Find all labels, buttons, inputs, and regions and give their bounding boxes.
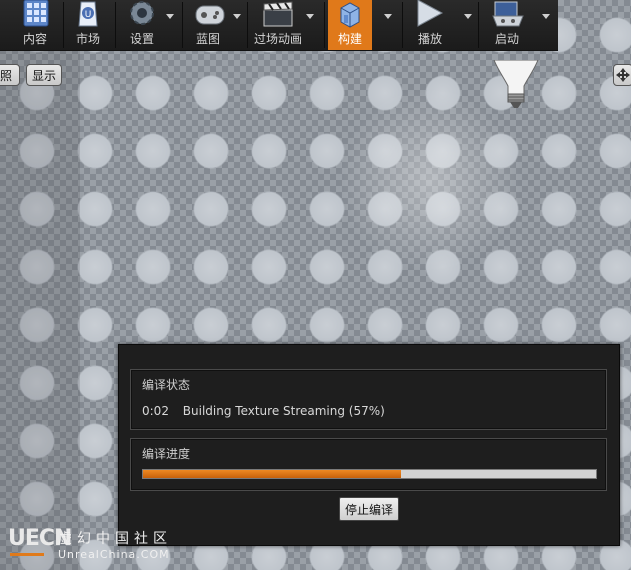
compile-status-text: Building Texture Streaming (57%) [182, 404, 385, 418]
watermark-chinese-text: 虚幻中国社区 [58, 531, 172, 547]
launch-icon [492, 1, 524, 27]
settings-dropdown-arrow[interactable] [166, 14, 174, 19]
cinematics-button[interactable]: 过场动画 [250, 0, 322, 50]
point-light-icon[interactable] [492, 60, 540, 116]
compile-status-line: 0:02 Building Texture Streaming (57%) [142, 404, 385, 418]
blueprint-icon [195, 5, 225, 25]
content-button[interactable]: 内容 [9, 0, 61, 50]
compile-progress-bar [142, 469, 597, 479]
move-arrows-icon [616, 68, 630, 82]
content-browser-icon [23, 0, 49, 27]
settings-button[interactable]: 设置 [118, 0, 180, 50]
play-dropdown-arrow[interactable] [464, 14, 472, 19]
content-button-label: 内容 [22, 32, 47, 46]
cinematics-dropdown-arrow[interactable] [306, 14, 314, 19]
compile-status-group: 编译状态 0:02 Building Texture Streaming (57… [130, 369, 607, 430]
launch-dropdown-arrow[interactable] [542, 14, 550, 19]
launch-button-label: 启动 [494, 32, 519, 46]
marketplace-icon: U [78, 1, 98, 27]
cinematics-icon [263, 1, 293, 27]
main-toolbar: 内容 U 市场 设置 蓝图 过场动画 构建 播放 启动 [0, 0, 558, 51]
build-button[interactable]: 构建 [328, 0, 372, 50]
compile-progress-title: 编译进度 [142, 447, 191, 461]
cinematics-button-label: 过场动画 [253, 32, 302, 46]
settings-icon [130, 1, 154, 25]
build-button-label: 构建 [337, 32, 362, 46]
compile-status-title: 编译状态 [142, 378, 191, 392]
svg-text:U: U [85, 10, 92, 20]
lit-mode-button[interactable]: 照 [0, 64, 20, 86]
compile-dialog: 编译状态 0:02 Building Texture Streaming (57… [118, 344, 620, 546]
build-dropdown-arrow[interactable] [384, 14, 392, 19]
play-icon [417, 0, 444, 27]
maximize-viewport-button[interactable] [613, 64, 631, 86]
show-button[interactable]: 显示 [26, 64, 62, 86]
watermark-site-text: UnrealChina.COM [58, 548, 170, 561]
compile-progress-group: 编译进度 [130, 438, 607, 491]
marketplace-button[interactable]: U 市场 [64, 0, 112, 50]
watermark-logo-bar [10, 553, 44, 556]
blueprints-button[interactable]: 蓝图 [185, 0, 245, 50]
compile-progress-fill [143, 470, 402, 478]
blueprints-button-label: 蓝图 [195, 32, 220, 46]
launch-button[interactable]: 启动 [480, 0, 554, 50]
blueprints-dropdown-arrow[interactable] [233, 14, 241, 19]
settings-button-label: 设置 [129, 32, 154, 46]
play-button-label: 播放 [417, 32, 442, 46]
stop-compile-button[interactable]: 停止编译 [339, 497, 399, 521]
play-button[interactable]: 播放 [405, 0, 475, 50]
compile-elapsed-time: 0:02 [142, 404, 169, 418]
marketplace-button-label: 市场 [75, 32, 100, 46]
build-icon [340, 2, 360, 28]
